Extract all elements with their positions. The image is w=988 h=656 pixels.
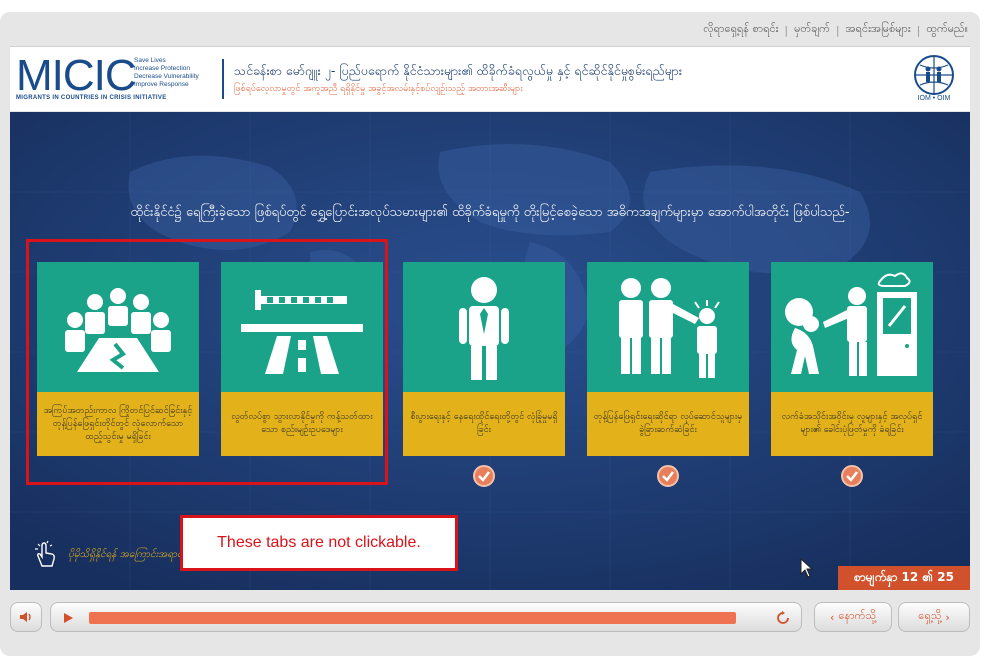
mute-button[interactable] — [10, 602, 42, 632]
card-icon-area — [403, 262, 565, 392]
card-label: တုန့်ပြန်ဖြေရှင်းရေးဆိုင်ရာ လုပ်ဆောင်သူမ… — [587, 392, 749, 456]
topnav-resources[interactable]: အရင်းအမြစ်များ — [846, 22, 911, 38]
module-title: သင်ခန်းစာ မော်ဂျူး ၂- ပြည်ပရောက် နိုင်ငံ… — [234, 63, 682, 78]
slogan-line: Decrease Vulnerability — [134, 73, 199, 80]
header-divider — [222, 59, 224, 99]
replay-icon — [777, 611, 789, 624]
chevron-right-icon: › — [945, 610, 950, 624]
factor-card-discrimination: တုန့်ပြန်ဖြေရှင်းရေးဆိုင်ရာ လုပ်ဆောင်သူမ… — [587, 262, 749, 456]
micic-logo-slogan: Save Lives Increase Protection Decrease … — [134, 57, 199, 89]
back-label: နောက်သို့ — [838, 609, 876, 622]
top-navigation: လိုရာရှေ့ရန် စာရင်း | မှတ်ချက် | အရင်းအမ… — [703, 22, 968, 38]
micic-logo-tagline: MIGRANTS IN COUNTRIES IN CRISIS INITIATI… — [16, 95, 167, 101]
iom-logo: IOM • OIM — [908, 53, 960, 107]
next-button[interactable]: ရှေ့သို့ › — [898, 602, 970, 632]
checkmark-icon — [657, 465, 679, 487]
page-counter: စာမျက်နှာ 12 ၏ 25 — [838, 566, 970, 590]
back-button[interactable]: ‹ နောက်သို့ — [814, 602, 892, 632]
topnav-separator: | — [784, 23, 789, 37]
check-glyph-icon — [662, 471, 674, 482]
topnav-separator: | — [916, 23, 921, 37]
tap-hand-icon — [35, 540, 55, 567]
slogan-line: Increase Protection — [134, 65, 191, 72]
card-icon-area — [587, 262, 749, 392]
play-icon — [64, 613, 73, 623]
check-glyph-icon — [478, 471, 490, 482]
mouse-pointer-icon — [800, 558, 814, 578]
player-controls: ‹ နောက်သို့ ရှေ့သို့ › — [10, 602, 970, 638]
topnav-exit[interactable]: ထွက်မည်။ — [926, 22, 968, 38]
micic-logo: MICIC Save Lives Increase Protection Dec… — [16, 51, 228, 105]
slide-intro-text: ထိုင်းနိုင်ငံ၌ ရေကြီးခဲ့သော ဖြစ်ရပ်တွင် … — [130, 205, 850, 220]
card-icon-area — [771, 262, 933, 392]
checkmark-icon — [841, 465, 863, 487]
progress-fill — [89, 612, 736, 624]
next-label: ရှေ့သို့ — [918, 609, 942, 622]
discrimination-icon — [619, 278, 720, 378]
annotation-highlight-box — [26, 239, 388, 485]
card-label: စီးပွားရေးနှင့် နေရေးထိုင်ရေးတို့တွင် လု… — [403, 392, 565, 456]
module-subtitle: ဖြစ်ရပ်လေ့လာမှုတွင် အကူအညီ ရရှိနိုင်မှု … — [234, 84, 523, 94]
topnav-glossary[interactable]: လိုရာရှေ့ရန် စာရင်း — [703, 22, 778, 38]
progress-track[interactable] — [50, 602, 802, 632]
slogan-line: Improve Response — [134, 81, 189, 88]
slide-stage: ထိုင်းနိုင်ငံ၌ ရေကြီးခဲ့သော ဖြစ်ရပ်တွင် … — [10, 112, 970, 590]
topnav-separator: | — [835, 23, 840, 37]
course-header: MICIC Save Lives Increase Protection Dec… — [10, 46, 970, 111]
card-label: လက်ခံအသိုင်းအဝိုင်းမှ လူများနှင့် အလုပ်ရ… — [771, 392, 933, 456]
factor-card-economic-insecurity: စီးပွားရေးနှင့် နေရေးထိုင်ရေးတို့တွင် လု… — [403, 262, 565, 456]
checkmark-icon — [473, 465, 495, 487]
chevron-left-icon: ‹ — [830, 610, 835, 624]
annotation-callout: These tabs are not clickable. — [180, 515, 458, 571]
micic-logo-text: MICIC — [16, 51, 137, 100]
exploitation-icon — [785, 272, 917, 376]
play-button[interactable] — [61, 610, 75, 629]
factor-card-exploitation: လက်ခံအသိုင်းအဝိုင်းမှ လူများနှင့် အလုပ်ရ… — [771, 262, 933, 456]
worker-icon — [459, 277, 509, 380]
slogan-line: Save Lives — [134, 57, 166, 64]
replay-button[interactable] — [775, 610, 791, 630]
iom-logo-text: IOM • OIM — [917, 95, 951, 102]
speaker-icon — [20, 612, 31, 622]
check-glyph-icon — [846, 471, 858, 482]
topnav-notes[interactable]: မှတ်ချက် — [794, 22, 830, 38]
